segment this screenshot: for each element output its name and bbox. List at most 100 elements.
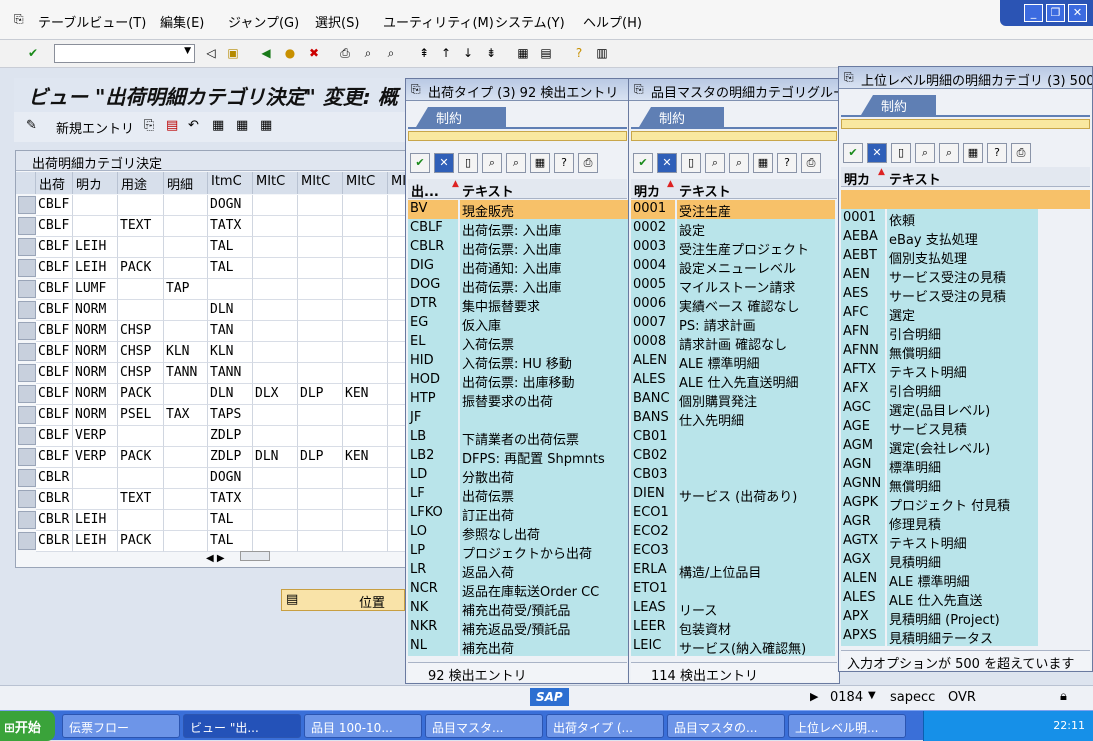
list-item[interactable]: JF [408, 409, 629, 428]
table-cell[interactable] [253, 342, 298, 363]
layout-icon[interactable]: ▥ [594, 45, 610, 61]
list-item[interactable]: NL 補充出荷 [408, 637, 629, 657]
table-cell[interactable]: NORM [73, 384, 118, 405]
find-icon[interactable]: ⌕ [482, 153, 502, 173]
find-next-icon[interactable]: ⌕ [729, 153, 749, 173]
table-cell[interactable] [73, 195, 118, 216]
confirm-icon[interactable]: ✔ [633, 153, 653, 173]
last-page-icon[interactable]: ⇟ [483, 45, 499, 61]
table-cell[interactable] [164, 510, 208, 531]
table-cell[interactable] [73, 489, 118, 510]
list-item[interactable]: APXS 見積明細テータス [841, 627, 1090, 647]
previous-page-icon[interactable]: ↑ [438, 45, 454, 61]
list-item[interactable]: LD 分散出荷 [408, 466, 629, 486]
list-item[interactable]: AES サービス受注の見積 [841, 285, 1090, 305]
table-cell[interactable] [118, 237, 164, 258]
list-item[interactable]: 0005 マイルストーン請求 [631, 276, 837, 296]
table-cell[interactable]: CBLR [36, 468, 73, 489]
table-cell[interactable]: DOGN [208, 468, 253, 489]
list-item[interactable]: LEER 包装資材 [631, 618, 837, 638]
table-cell[interactable]: TAN [208, 321, 253, 342]
restore-icon[interactable]: ❐ [1046, 4, 1065, 22]
menu-icon[interactable]: ⎘ [14, 12, 24, 27]
row-selector[interactable] [18, 406, 36, 424]
table-cell[interactable] [298, 489, 343, 510]
table-cell[interactable] [298, 342, 343, 363]
task-higher-level[interactable]: 上位レベル明... [788, 714, 906, 738]
sort-icon[interactable]: ▦ [753, 153, 773, 173]
minimize-icon[interactable]: _ [1024, 4, 1043, 22]
play-icon[interactable]: ▶ [810, 690, 818, 703]
list-item[interactable]: AGPK プロジェクト 付見積 [841, 494, 1090, 514]
list-item[interactable]: HTP 振替要求の出荷 [408, 390, 629, 410]
list-item[interactable]: AGR 修理見積 [841, 513, 1090, 533]
table-cell[interactable]: TAL [208, 258, 253, 279]
list-item[interactable]: ALEN ALE 標準明細 [841, 570, 1090, 590]
new-icon[interactable]: ▯ [681, 153, 701, 173]
find-next-icon[interactable]: ⌕ [939, 143, 959, 163]
table-cell[interactable]: ZDLP [208, 447, 253, 468]
confirm-icon[interactable]: ✔ [410, 153, 430, 173]
table-cell[interactable]: VERP [73, 447, 118, 468]
table-cell[interactable] [343, 363, 388, 384]
table-cell[interactable] [343, 216, 388, 237]
table-cell[interactable] [298, 216, 343, 237]
list-item[interactable]: BANS 仕入先明細 [631, 409, 837, 429]
table-cell[interactable]: CBLF [36, 195, 73, 216]
print-icon[interactable]: ⎙ [578, 153, 598, 173]
row-selector[interactable] [18, 427, 36, 445]
list-item[interactable]: DIEN サービス (出荷あり) [631, 485, 837, 505]
tab-restrictions[interactable]: 制約 [861, 95, 936, 115]
list-item[interactable]: LF 出荷伝票 [408, 485, 629, 505]
list-item[interactable] [841, 190, 1090, 209]
list-item[interactable]: AEN サービス受注の見積 [841, 266, 1090, 286]
table-cell[interactable] [253, 237, 298, 258]
table-cell[interactable] [298, 258, 343, 279]
pencil-icon[interactable]: ✎ [26, 118, 37, 133]
table-cell[interactable]: TAP [164, 279, 208, 300]
back-arrow-icon[interactable]: ◁ [203, 45, 219, 61]
table-cell[interactable] [298, 363, 343, 384]
menu-system[interactable]: システム(Y) [495, 12, 565, 31]
select-all-icon[interactable]: ▦ [212, 118, 224, 133]
table-cell[interactable]: TAL [208, 237, 253, 258]
table-cell[interactable] [298, 195, 343, 216]
list-item[interactable]: AEBA eBay 支払処理 [841, 228, 1090, 248]
horizontal-scrollbar[interactable]: ◀ ▶ [206, 551, 296, 565]
table-cell[interactable] [164, 447, 208, 468]
list-item[interactable]: ECO1 [631, 504, 837, 523]
select-block-icon[interactable]: ▦ [236, 118, 248, 133]
row-selector[interactable] [18, 259, 36, 277]
table-cell[interactable] [118, 279, 164, 300]
list-item[interactable]: DIG 出荷通知: 入出庫 [408, 257, 629, 277]
table-cell[interactable]: DLN [208, 300, 253, 321]
table-cell[interactable] [73, 216, 118, 237]
list-item[interactable]: APX 見積明細 (Project) [841, 608, 1090, 628]
table-cell[interactable]: NORM [73, 321, 118, 342]
column-header[interactable]: MItC [253, 172, 298, 194]
enter-icon[interactable]: ✔ [25, 45, 41, 61]
table-cell[interactable] [164, 531, 208, 552]
list-item[interactable]: AFN 引合明細 [841, 323, 1090, 343]
exit-icon[interactable]: ● [282, 45, 298, 61]
menu-edit[interactable]: 編集(E) [160, 12, 204, 31]
table-cell[interactable]: KLN [164, 342, 208, 363]
table-cell[interactable]: LUMF [73, 279, 118, 300]
row-selector[interactable] [18, 532, 36, 550]
cancel-icon[interactable]: ✕ [867, 143, 887, 163]
table-cell[interactable] [253, 195, 298, 216]
help-icon[interactable]: ? [777, 153, 797, 173]
list-item[interactable]: LEIC サービス(納入確認無) [631, 637, 837, 657]
table-cell[interactable] [298, 531, 343, 552]
task-material-master[interactable]: 品目マスタ... [425, 714, 543, 738]
list-item[interactable]: LR 返品入荷 [408, 561, 629, 581]
list-item[interactable]: AGTX テキスト明細 [841, 532, 1090, 552]
table-cell[interactable] [343, 342, 388, 363]
table-cell[interactable]: TAX [164, 405, 208, 426]
table-cell[interactable]: TATX [208, 489, 253, 510]
table-cell[interactable] [253, 258, 298, 279]
dropdown-icon[interactable]: ▼ [184, 46, 191, 56]
table-cell[interactable]: LEIH [73, 237, 118, 258]
row-selector[interactable] [18, 343, 36, 361]
new-icon[interactable]: ▯ [458, 153, 478, 173]
